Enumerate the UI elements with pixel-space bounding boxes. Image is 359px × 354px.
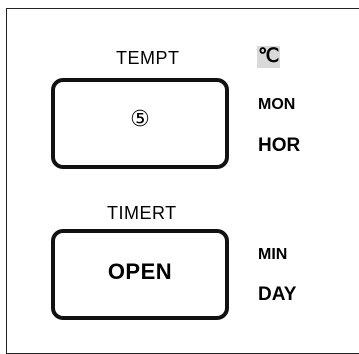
timert-open-button[interactable]: OPEN [51, 229, 229, 320]
tempt-label: TEMPT [116, 48, 180, 68]
day-unit-label: DAY [258, 284, 297, 305]
timert-value: OPEN [107, 258, 173, 284]
mon-unit-label: MON [258, 96, 296, 113]
hor-unit-label: HOR [258, 135, 301, 156]
tempt-button[interactable]: ⑤ [51, 78, 229, 169]
celsius-unit-label: ℃ [257, 46, 281, 68]
min-unit-label: MIN [258, 246, 288, 263]
tempt-value: ⑤ [130, 107, 150, 132]
timert-label: TIMERT [107, 203, 177, 223]
